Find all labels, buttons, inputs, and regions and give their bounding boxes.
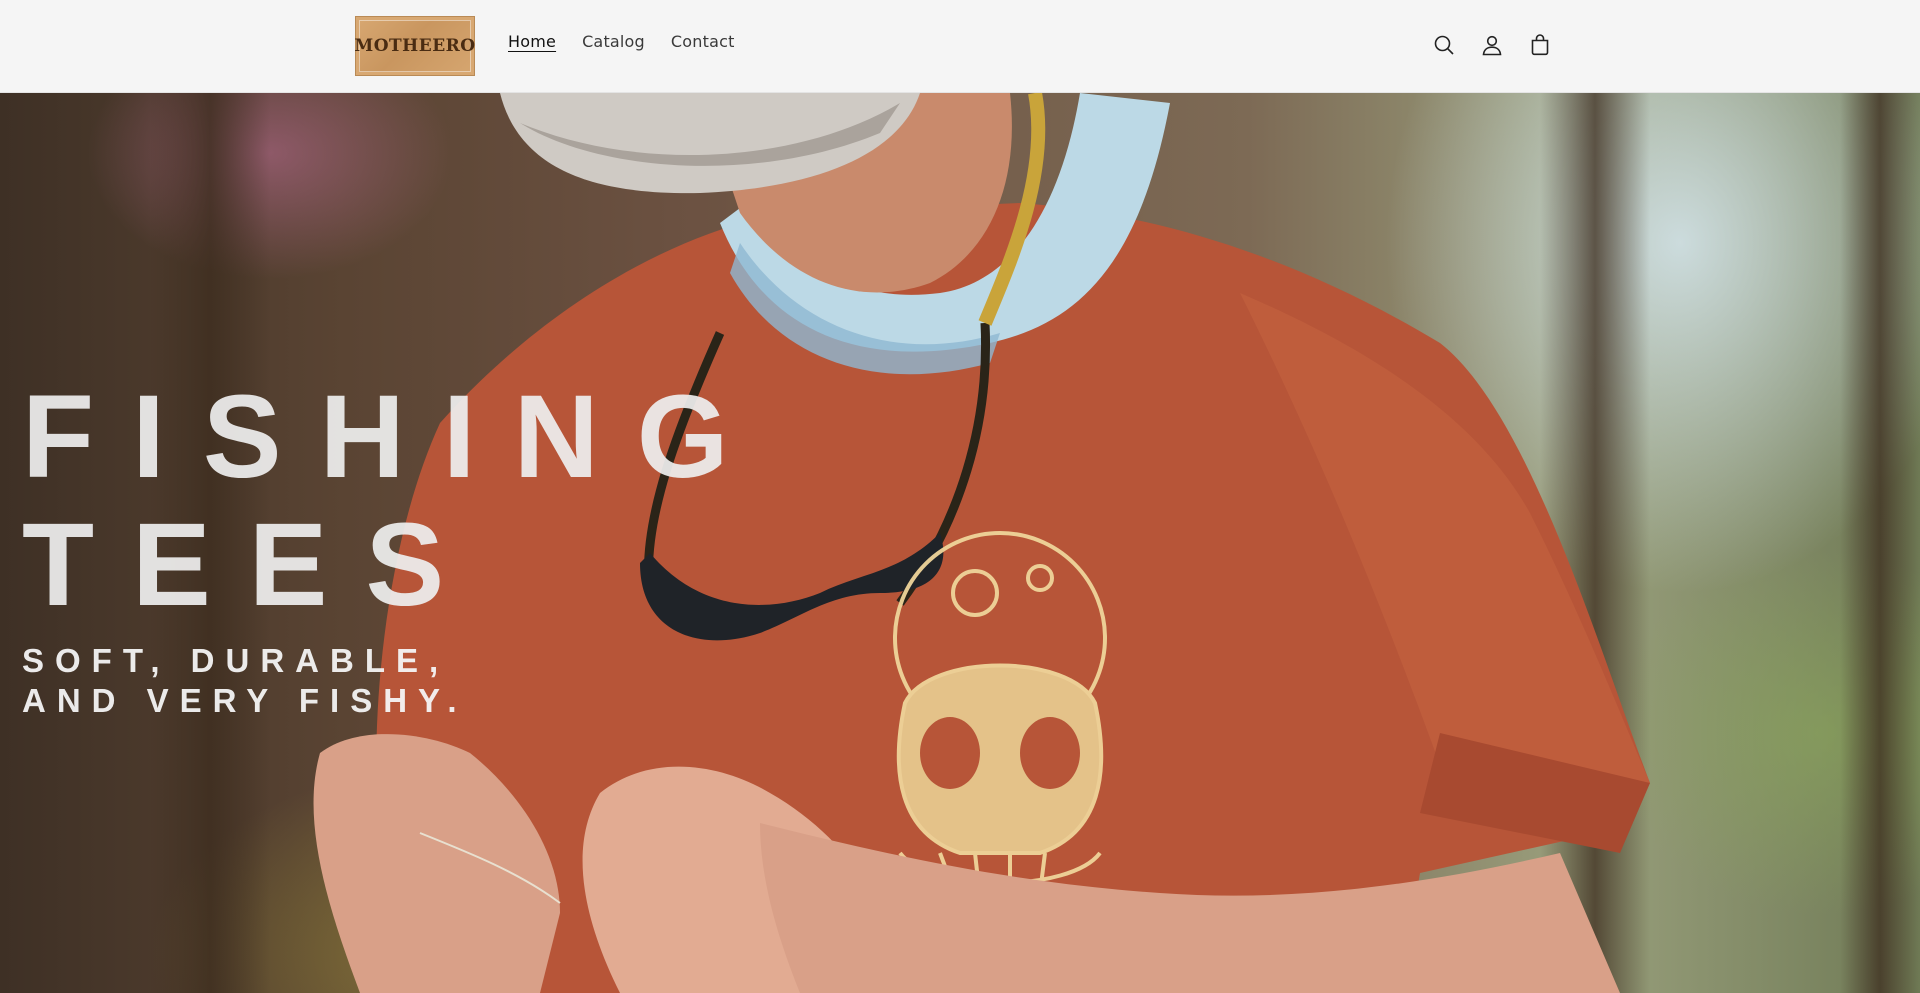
search-button[interactable]: [1430, 28, 1458, 62]
hero-subtitle-line: AND VERY FISHY.: [22, 682, 468, 719]
nav-catalog-link[interactable]: Catalog: [582, 32, 645, 51]
cart-button[interactable]: [1526, 28, 1554, 62]
account-button[interactable]: [1478, 28, 1506, 62]
hero-title-line: FISHING: [22, 371, 767, 503]
main-nav: Home Catalog Contact: [508, 32, 735, 51]
search-icon: [1434, 35, 1454, 55]
nav-home-link[interactable]: Home: [508, 32, 556, 51]
hero-subtitle: SOFT, DURABLE, AND VERY FISHY.: [22, 641, 468, 721]
hero-subtitle-line: SOFT, DURABLE,: [22, 642, 450, 679]
hero-title-line: TEES: [22, 499, 483, 631]
account-icon: [1482, 35, 1502, 56]
cart-icon: [1531, 34, 1549, 56]
nav-contact-link[interactable]: Contact: [671, 32, 735, 51]
site-header: MOTHEERO Home Catalog Contact: [0, 0, 1920, 93]
brand-logo[interactable]: MOTHEERO: [354, 16, 476, 76]
hero-banner: FISHING TEES SOFT, DURABLE, AND VERY FIS…: [0, 93, 1920, 993]
logo-text: MOTHEERO: [354, 36, 476, 56]
hero-title: FISHING TEES: [22, 373, 767, 629]
header-icons: [1430, 28, 1554, 62]
